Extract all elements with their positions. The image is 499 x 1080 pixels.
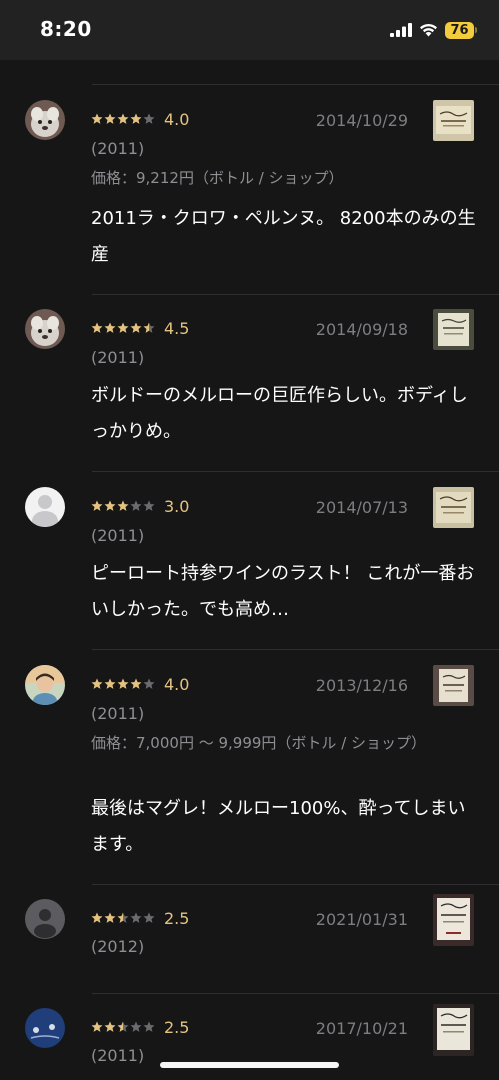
divider bbox=[92, 993, 499, 994]
review-comment: 最後はマグレ！メルロー100%、酔ってしまいます。 bbox=[91, 798, 466, 855]
star-icon bbox=[104, 113, 116, 124]
avatar[interactable] bbox=[25, 100, 65, 140]
rating-stars bbox=[91, 912, 155, 924]
avatar[interactable] bbox=[25, 1008, 65, 1048]
star-icon bbox=[91, 500, 103, 511]
status-icons: 76 bbox=[390, 21, 477, 39]
wifi-icon bbox=[420, 23, 437, 37]
rating-value: 2.5 bbox=[164, 909, 190, 928]
star-icon bbox=[91, 912, 103, 923]
review-comment: ボルドーのメルローの巨匠作らしい。ボディしっかりめ。 bbox=[91, 385, 468, 442]
vintage-year: (2012) bbox=[91, 937, 145, 956]
wine-label-thumbnail[interactable] bbox=[433, 1004, 474, 1056]
vintage-year: (2011) bbox=[91, 1046, 145, 1065]
star-icon bbox=[117, 678, 129, 689]
review-comment: 2011ラ・クロワ・ペルンヌ。 8200本のみの生産 bbox=[91, 208, 476, 265]
battery-level: 76 bbox=[445, 21, 474, 39]
review-date: 2017/10/21 bbox=[315, 1019, 408, 1038]
status-bar: 8:20 76 bbox=[0, 0, 499, 60]
star-icon bbox=[104, 500, 116, 511]
wine-label-thumbnail[interactable] bbox=[433, 665, 474, 706]
vintage-year: (2011) bbox=[91, 139, 145, 158]
review-date: 2014/09/18 bbox=[315, 320, 408, 339]
divider bbox=[92, 649, 499, 650]
star-icon bbox=[143, 500, 155, 511]
price-info: 価格：9,212円（ボトル / ショップ） bbox=[91, 169, 344, 187]
avatar[interactable] bbox=[25, 665, 65, 705]
rating-stars bbox=[91, 678, 155, 690]
star-icon bbox=[130, 678, 142, 689]
review-date: 2013/12/16 bbox=[315, 676, 408, 695]
star-icon bbox=[104, 912, 116, 923]
vintage-year: (2011) bbox=[91, 526, 145, 545]
star-icon bbox=[117, 500, 129, 511]
wine-label-thumbnail[interactable] bbox=[433, 309, 474, 350]
star-icon bbox=[91, 1021, 103, 1032]
rating-stars bbox=[91, 322, 155, 334]
star-icon bbox=[130, 113, 142, 124]
divider bbox=[92, 294, 499, 295]
rating-value: 4.5 bbox=[164, 319, 190, 338]
star-icon bbox=[104, 322, 116, 333]
divider bbox=[92, 471, 499, 472]
review-date: 2021/01/31 bbox=[315, 910, 408, 929]
status-time: 8:20 bbox=[40, 17, 92, 41]
star-icon bbox=[104, 678, 116, 689]
wine-label-thumbnail[interactable] bbox=[433, 100, 474, 141]
star-icon bbox=[130, 1021, 142, 1032]
star-icon bbox=[117, 912, 129, 923]
divider bbox=[92, 84, 499, 85]
review-date: 2014/10/29 bbox=[315, 111, 408, 130]
star-icon bbox=[117, 113, 129, 124]
vintage-year: (2011) bbox=[91, 704, 145, 723]
review-date: 2014/07/13 bbox=[315, 498, 408, 517]
cellular-signal-icon bbox=[390, 23, 412, 37]
avatar[interactable] bbox=[25, 899, 65, 939]
star-icon bbox=[104, 1021, 116, 1032]
battery-cap bbox=[475, 27, 477, 33]
divider bbox=[92, 884, 499, 885]
rating-value: 4.0 bbox=[164, 675, 190, 694]
star-icon bbox=[91, 678, 103, 689]
wine-label-thumbnail[interactable] bbox=[433, 487, 474, 528]
vintage-year: (2011) bbox=[91, 348, 145, 367]
star-icon bbox=[143, 678, 155, 689]
avatar[interactable] bbox=[25, 487, 65, 527]
star-icon bbox=[117, 322, 129, 333]
star-icon bbox=[143, 322, 155, 333]
rating-stars bbox=[91, 500, 155, 512]
rating-value: 2.5 bbox=[164, 1018, 190, 1037]
star-icon bbox=[130, 500, 142, 511]
star-icon bbox=[117, 1021, 129, 1032]
rating-stars bbox=[91, 113, 155, 125]
rating-value: 4.0 bbox=[164, 110, 190, 129]
star-icon bbox=[91, 322, 103, 333]
star-icon bbox=[130, 322, 142, 333]
star-icon bbox=[143, 113, 155, 124]
star-icon bbox=[143, 912, 155, 923]
home-indicator[interactable] bbox=[160, 1062, 339, 1068]
avatar[interactable] bbox=[25, 309, 65, 349]
star-icon bbox=[91, 113, 103, 124]
star-icon bbox=[143, 1021, 155, 1032]
rating-stars bbox=[91, 1021, 155, 1033]
price-info: 価格：7,000円 ～ 9,999円（ボトル / ショップ） bbox=[91, 734, 427, 752]
battery-indicator: 76 bbox=[445, 21, 477, 39]
star-icon bbox=[130, 912, 142, 923]
review-comment: ピーロート持参ワインのラスト！ これが一番おいしかった。でも高め… bbox=[91, 563, 475, 620]
wine-label-thumbnail[interactable] bbox=[433, 894, 474, 946]
rating-value: 3.0 bbox=[164, 497, 190, 516]
